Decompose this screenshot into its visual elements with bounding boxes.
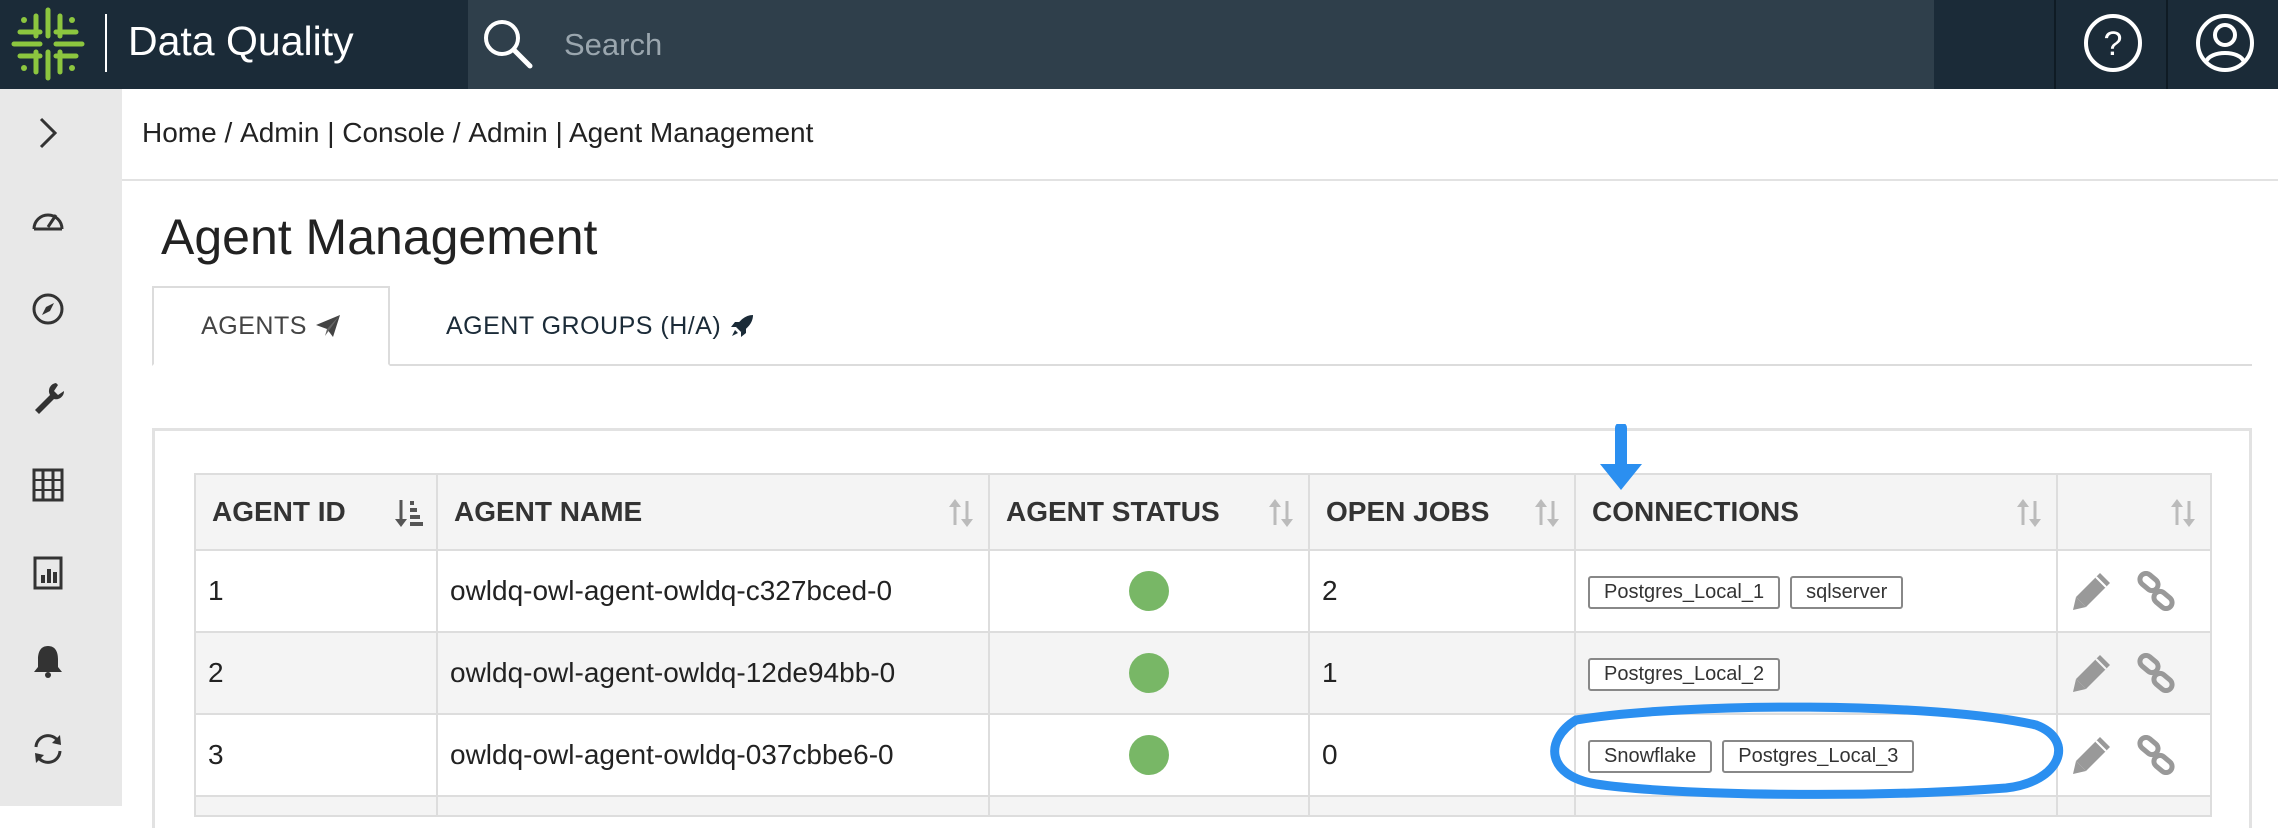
link-chain-icon[interactable] xyxy=(2136,571,2176,611)
cell-actions xyxy=(2056,631,2212,715)
col-agent-name[interactable]: AGENT NAME xyxy=(436,473,990,551)
status-online-dot xyxy=(1129,571,1169,611)
cell-actions xyxy=(2056,713,2212,797)
edit-pencil-icon[interactable] xyxy=(2070,733,2114,777)
col-open-jobs[interactable]: OPEN JOBS xyxy=(1308,473,1576,551)
bell-icon[interactable] xyxy=(28,641,68,681)
cell-agent-id: 1 xyxy=(194,549,438,633)
cell-open-jobs: 2 xyxy=(1308,549,1576,633)
table-row[interactable]: 1 owldq-owl-agent-owldq-c327bced-0 2 Pos… xyxy=(194,549,2212,633)
tab-agent-groups-label: AGENT GROUPS (H/A) xyxy=(446,311,722,340)
breadcrumb-current: Admin | Agent Management xyxy=(468,117,814,148)
top-separator xyxy=(2054,0,2056,89)
paper-plane-icon xyxy=(315,315,340,337)
tab-agent-groups[interactable]: AGENT GROUPS (H/A) xyxy=(446,286,755,366)
search-bar xyxy=(468,0,1934,89)
breadcrumb-separator: / xyxy=(216,117,241,148)
page-title: Agent Management xyxy=(161,209,598,265)
col-connections[interactable]: CONNECTIONS xyxy=(1574,473,2058,551)
svg-text:?: ? xyxy=(2104,25,2123,63)
sort-icon[interactable] xyxy=(1266,497,1296,529)
breadcrumb-home[interactable]: Home xyxy=(142,117,217,149)
col-open-jobs-label: OPEN JOBS xyxy=(1326,496,1490,527)
catalog-icon[interactable] xyxy=(28,465,68,505)
search-input[interactable] xyxy=(564,22,1864,68)
sort-icon[interactable] xyxy=(1532,497,1562,529)
brand-divider xyxy=(105,14,107,72)
link-chain-icon[interactable] xyxy=(2136,735,2176,775)
col-agent-id-label: AGENT ID xyxy=(212,496,346,527)
app-title: Data Quality xyxy=(128,18,354,64)
sort-desc-icon[interactable] xyxy=(394,497,424,529)
tab-agents[interactable]: AGENTS xyxy=(152,286,390,366)
logo-icon[interactable] xyxy=(10,6,86,82)
table-header-row: AGENT ID AGENT NAME AGENT STATUS OPEN JO… xyxy=(194,473,2212,551)
sidebar-expand-icon[interactable] xyxy=(28,113,68,153)
col-actions[interactable] xyxy=(2056,473,2212,551)
connection-tag[interactable]: sqlserver xyxy=(1790,576,1904,609)
col-agent-status-label: AGENT STATUS xyxy=(1006,496,1220,527)
cell-agent-name: owldq-owl-agent-owldq-c327bced-0 xyxy=(436,549,990,633)
breadcrumb-console[interactable]: Admin | Console xyxy=(240,117,445,149)
status-online-dot xyxy=(1129,735,1169,775)
connection-tag[interactable]: Postgres_Local_2 xyxy=(1588,658,1781,691)
user-account-icon[interactable] xyxy=(2192,10,2258,76)
cell-agent-id: 3 xyxy=(194,713,438,797)
search-icon[interactable] xyxy=(480,16,536,72)
cell-agent-status xyxy=(988,549,1310,633)
status-online-dot xyxy=(1129,653,1169,693)
edit-pencil-icon[interactable] xyxy=(2070,569,2114,613)
report-icon[interactable] xyxy=(28,553,68,593)
compass-icon[interactable] xyxy=(28,289,68,329)
dashboard-gauge-icon[interactable] xyxy=(28,201,68,241)
annotation-highlight-ellipse xyxy=(1550,702,2063,799)
cell-connections: Postgres_Local_1 sqlserver xyxy=(1574,549,2058,633)
sort-icon[interactable] xyxy=(946,497,976,529)
edit-pencil-icon[interactable] xyxy=(2070,651,2114,695)
col-connections-label: CONNECTIONS xyxy=(1592,496,1799,527)
breadcrumb-separator: / xyxy=(444,117,469,148)
breadcrumb-bar: Home / Admin | Console / Admin | Agent M… xyxy=(122,89,2278,181)
breadcrumb: Home / Admin | Console / Admin | Agent M… xyxy=(142,117,813,149)
rocket-icon xyxy=(731,315,754,337)
cell-agent-status xyxy=(988,713,1310,797)
cell-agent-name: owldq-owl-agent-owldq-12de94bb-0 xyxy=(436,631,990,715)
wrench-icon[interactable] xyxy=(28,377,68,417)
col-agent-status[interactable]: AGENT STATUS xyxy=(988,473,1310,551)
sync-icon[interactable] xyxy=(28,729,68,769)
annotation-arrow-icon xyxy=(1600,424,1642,490)
col-agent-name-label: AGENT NAME xyxy=(454,496,643,527)
sort-icon[interactable] xyxy=(2014,497,2044,529)
top-separator xyxy=(2166,0,2168,89)
cell-agent-status xyxy=(988,631,1310,715)
link-chain-icon[interactable] xyxy=(2136,653,2176,693)
tab-agents-label: AGENTS xyxy=(201,311,307,340)
connection-tag[interactable]: Postgres_Local_1 xyxy=(1588,576,1781,609)
sort-icon[interactable] xyxy=(2168,497,2198,529)
cell-actions xyxy=(2056,549,2212,633)
help-icon[interactable]: ? xyxy=(2080,10,2146,76)
top-bar: Data Quality ? xyxy=(0,0,2278,89)
sidebar xyxy=(0,89,122,806)
cell-agent-id: 2 xyxy=(194,631,438,715)
cell-agent-name: owldq-owl-agent-owldq-037cbbe6-0 xyxy=(436,713,990,797)
col-agent-id[interactable]: AGENT ID xyxy=(194,473,438,551)
